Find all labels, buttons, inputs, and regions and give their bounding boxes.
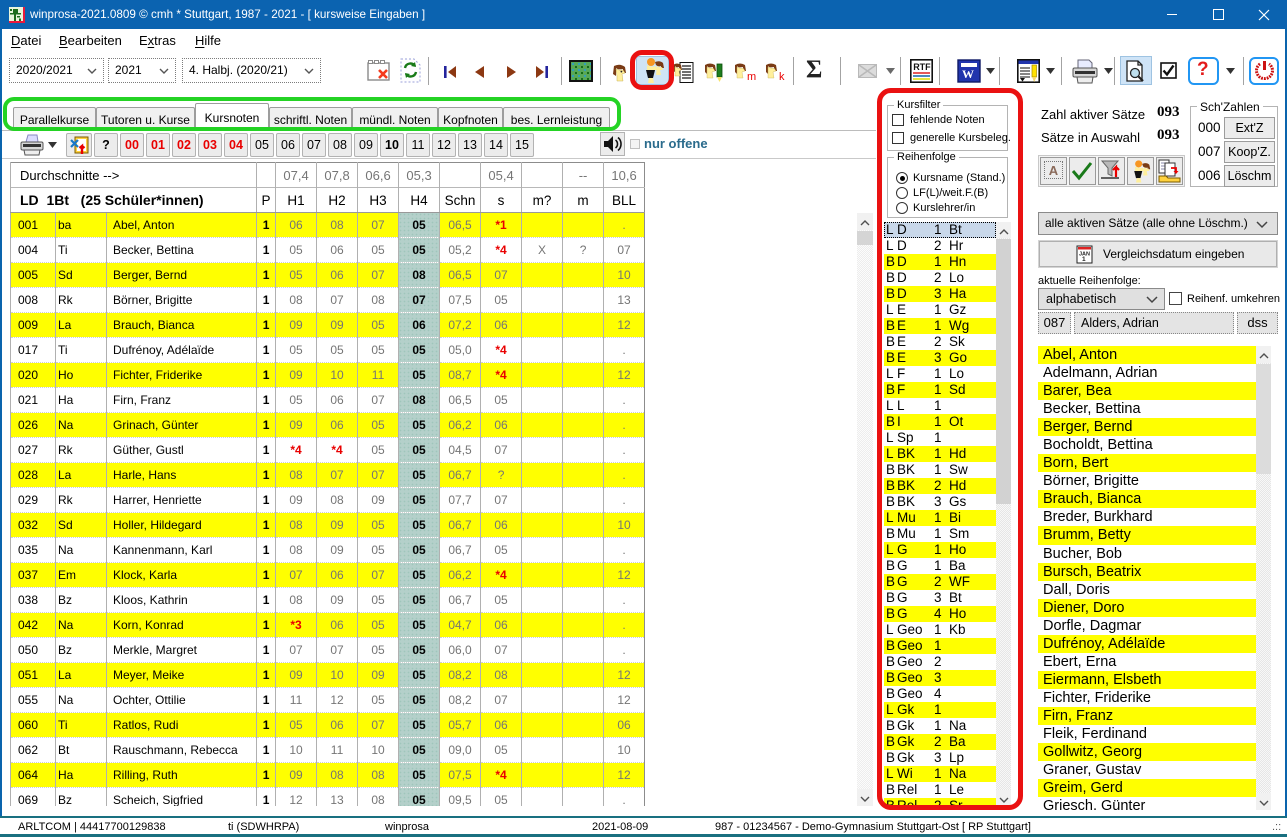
- svg-text:RTF: RTF: [913, 62, 931, 72]
- svg-text:m: m: [747, 71, 756, 83]
- svg-text:k: k: [779, 71, 785, 83]
- svg-text:W: W: [962, 67, 974, 81]
- svg-text:1: 1: [1082, 256, 1086, 263]
